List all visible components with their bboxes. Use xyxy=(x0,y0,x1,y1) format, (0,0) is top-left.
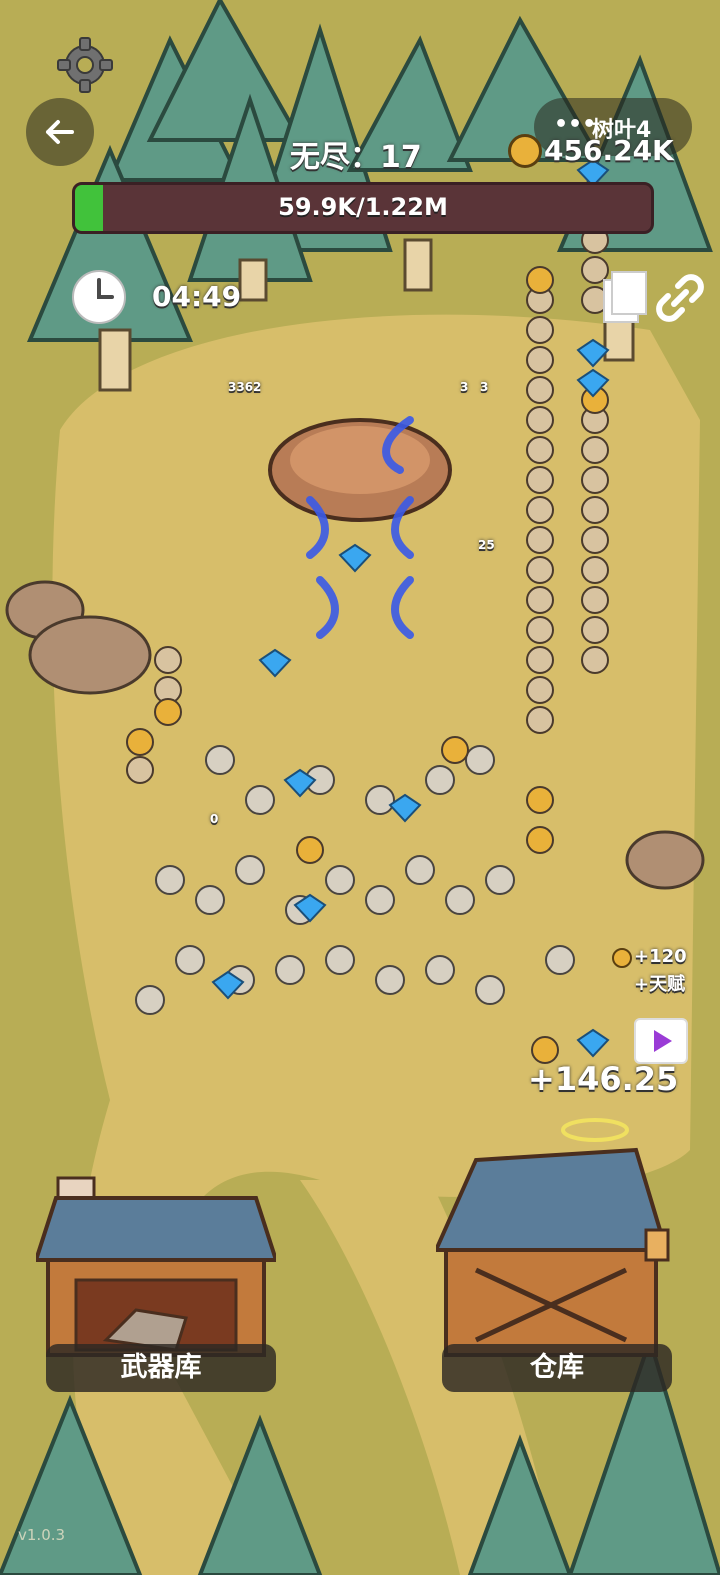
clock-icon xyxy=(70,268,128,326)
floating-gain: +146.25 xyxy=(528,1060,679,1098)
back-arrow-icon xyxy=(46,120,74,144)
warehouse-label[interactable]: 仓库 xyxy=(442,1344,672,1392)
copy-icon[interactable] xyxy=(600,270,648,326)
game-scene[interactable]: 无尽：17 ••• 树叶4 456.24K 59.9K/1.22M 04:49 xyxy=(0,0,720,1575)
link-icon[interactable] xyxy=(652,270,708,326)
bonus-amount: +120 xyxy=(634,946,687,967)
gear-icon[interactable] xyxy=(56,36,114,94)
coin-icon xyxy=(508,134,542,168)
back-button[interactable] xyxy=(26,98,94,166)
timer-text: 04:49 xyxy=(152,280,242,313)
video-ad-icon xyxy=(654,1030,672,1052)
endless-level-label: 无尽：17 xyxy=(290,140,422,175)
damage-number: 0 xyxy=(210,812,219,826)
coin-icon xyxy=(612,948,632,968)
damage-number: 3362 xyxy=(228,380,262,394)
progress-bar: 59.9K/1.22M xyxy=(72,182,654,234)
warehouse-building[interactable] xyxy=(432,1140,676,1360)
armory-building[interactable] xyxy=(33,1160,279,1360)
version-label: v1.0.3 xyxy=(18,1526,66,1544)
damage-number: 25 xyxy=(478,538,495,552)
progress-text: 59.9K/1.22M xyxy=(278,193,448,221)
coin-balance: 456.24K xyxy=(544,134,674,167)
bonus-label: +天赋 xyxy=(634,974,686,995)
damage-number: 3 xyxy=(460,380,469,394)
damage-number: 3 xyxy=(480,380,489,394)
armory-label[interactable]: 武器库 xyxy=(46,1344,276,1392)
video-ad-button[interactable] xyxy=(634,1018,688,1064)
